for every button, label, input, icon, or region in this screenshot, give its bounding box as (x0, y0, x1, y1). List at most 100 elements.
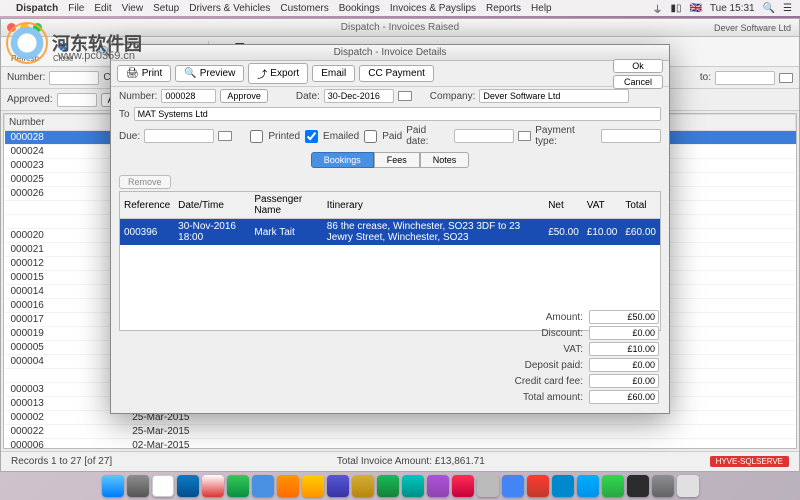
col-header[interactable]: VAT (583, 192, 622, 219)
number-label: Number: (119, 91, 157, 102)
table-row[interactable]: 000396 30-Nov-2016 18:00 Mark Tait 86 th… (120, 219, 660, 246)
total-field[interactable] (589, 390, 659, 404)
modal-title: Dispatch - Invoice Details (111, 45, 669, 61)
menu-file[interactable]: File (68, 3, 84, 14)
flag-icon[interactable]: 🇬🇧 (689, 3, 701, 14)
menu-setup[interactable]: Setup (153, 3, 179, 14)
date-input[interactable] (324, 89, 394, 103)
menu-drivers[interactable]: Drivers & Vehicles (189, 3, 270, 14)
to-input[interactable] (134, 107, 661, 121)
col-header[interactable]: Date/Time (174, 192, 250, 219)
dock-app-icon[interactable] (652, 475, 674, 497)
tab-notes[interactable]: Notes (420, 152, 470, 168)
dock-messages-icon[interactable] (227, 475, 249, 497)
dock-app-icon[interactable] (527, 475, 549, 497)
dock-safari-icon[interactable] (252, 475, 274, 497)
amount-field[interactable] (589, 310, 659, 324)
number-filter-input[interactable] (49, 71, 99, 85)
ccfee-field[interactable] (589, 374, 659, 388)
payment-type-label: Payment type: (535, 125, 597, 147)
app-name[interactable]: Dispatch (16, 3, 58, 14)
dock-app-icon[interactable] (552, 475, 574, 497)
ok-button[interactable]: Ok (613, 59, 663, 73)
col-header[interactable]: Net (544, 192, 583, 219)
menu-bookings[interactable]: Bookings (339, 3, 380, 14)
calendar-icon[interactable] (218, 131, 232, 141)
table-row[interactable]: 00000602-Mar-2015 (5, 439, 796, 450)
dock-app-icon[interactable] (427, 475, 449, 497)
tab-bookings[interactable]: Bookings (311, 152, 374, 168)
dock-app-icon[interactable] (577, 475, 599, 497)
dock-app-icon[interactable] (327, 475, 349, 497)
printed-checkbox[interactable] (250, 130, 263, 143)
print-button[interactable]: 🖨Print (117, 65, 171, 82)
dock-finder-icon[interactable] (102, 475, 124, 497)
vat-field[interactable] (589, 342, 659, 356)
export-button[interactable]: ⤴Export (248, 63, 308, 84)
discount-field[interactable] (589, 326, 659, 340)
date-to-input[interactable] (715, 71, 775, 85)
menu-view[interactable]: View (122, 3, 144, 14)
dock-calendar-icon[interactable] (152, 475, 174, 497)
dock-app-icon[interactable] (402, 475, 424, 497)
remove-button[interactable]: Remove (119, 175, 171, 189)
dock-chrome-icon[interactable] (502, 475, 524, 497)
col-header[interactable]: Reference (120, 192, 174, 219)
calendar-icon[interactable] (398, 91, 412, 101)
col-header[interactable]: Itinerary (323, 192, 544, 219)
col-header[interactable]: Passenger Name (250, 192, 322, 219)
dock-appstore-icon[interactable] (477, 475, 499, 497)
wifi-icon[interactable]: ⏚ (652, 1, 662, 16)
col-header[interactable]: Total (621, 192, 660, 219)
spotlight-icon[interactable]: 🔍 (763, 3, 775, 14)
preview-button[interactable]: 🔍Preview (175, 65, 244, 82)
minimize-icon[interactable] (20, 23, 29, 32)
close-icon[interactable] (7, 23, 16, 32)
battery-icon[interactable]: ▮▯ (670, 3, 681, 14)
dock-mail-icon[interactable] (177, 475, 199, 497)
dock-app-icon[interactable] (377, 475, 399, 497)
number-input[interactable] (161, 89, 216, 103)
menu-customers[interactable]: Customers (280, 3, 328, 14)
dock-settings-icon[interactable] (127, 475, 149, 497)
cc-payment-button[interactable]: CC Payment (359, 65, 434, 82)
menu-reports[interactable]: Reports (486, 3, 521, 14)
menu-edit[interactable]: Edit (94, 3, 111, 14)
cancel-button[interactable]: Cancel (613, 75, 663, 89)
invoice-details-modal: Dispatch - Invoice Details 🖨Print 🔍Previ… (110, 44, 670, 414)
col-header[interactable]: Number (5, 115, 127, 131)
emailed-checkbox[interactable] (305, 130, 318, 143)
deposit-field[interactable] (589, 358, 659, 372)
dock-app-icon[interactable] (452, 475, 474, 497)
dock-app-icon[interactable] (302, 475, 324, 497)
notif-icon[interactable]: ☰ (783, 3, 792, 14)
approved-label: Approved: (7, 94, 53, 105)
dock-app-icon[interactable] (202, 475, 224, 497)
menu-help[interactable]: Help (531, 3, 552, 14)
dock-app-icon[interactable] (277, 475, 299, 497)
printed-label: Printed (268, 131, 300, 142)
calendar-icon[interactable] (518, 131, 532, 141)
number-label: Number: (7, 72, 45, 83)
refresh-button[interactable]: ⟳Refresh (5, 39, 45, 64)
export-icon: ⤴ (257, 66, 267, 81)
calendar-icon[interactable] (779, 73, 793, 83)
dock-terminal-icon[interactable] (627, 475, 649, 497)
paid-checkbox[interactable] (364, 130, 377, 143)
dock-trash-icon[interactable] (677, 475, 699, 497)
payment-type-select[interactable] (601, 129, 661, 143)
clock[interactable]: Tue 15:31 (710, 3, 755, 14)
menu-invoices[interactable]: Invoices & Payslips (390, 3, 476, 14)
maximize-icon[interactable] (33, 23, 42, 32)
company-input[interactable] (479, 89, 629, 103)
approve-button[interactable]: Approve (220, 89, 268, 103)
approved-input[interactable] (57, 93, 97, 107)
paid-date-input[interactable] (454, 129, 514, 143)
close-button[interactable]: ✖Close (47, 39, 79, 64)
dock-app-icon[interactable] (602, 475, 624, 497)
dock-app-icon[interactable] (352, 475, 374, 497)
tab-fees[interactable]: Fees (374, 152, 420, 168)
due-input[interactable] (144, 129, 214, 143)
table-row[interactable]: 00002225-Mar-2015 (5, 425, 796, 439)
email-button[interactable]: Email (312, 65, 355, 82)
